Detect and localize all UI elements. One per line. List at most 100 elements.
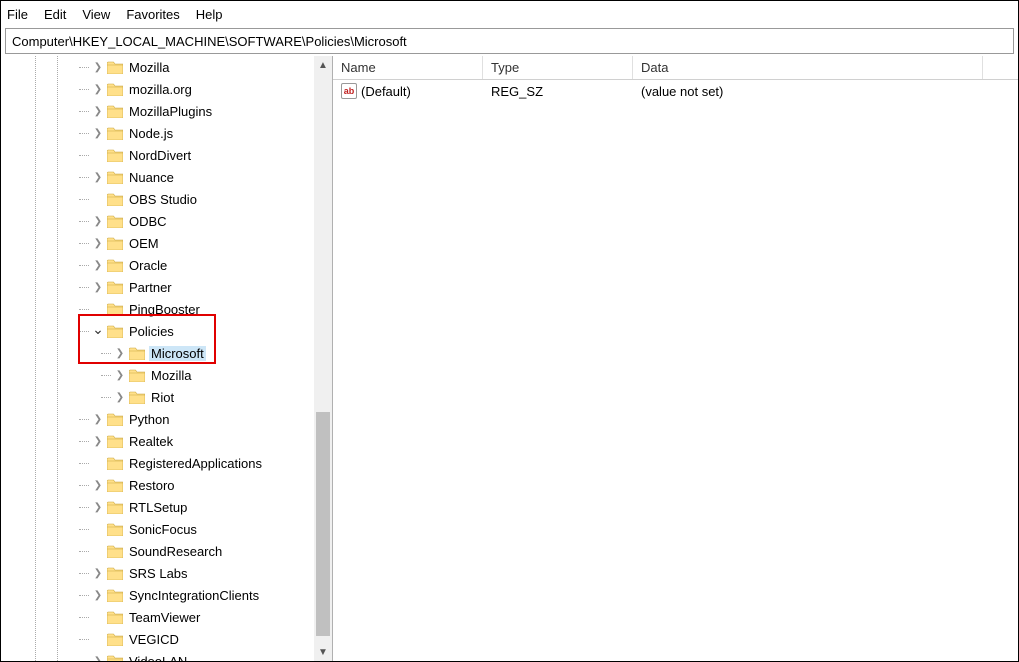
col-header-type[interactable]: Type <box>483 56 633 79</box>
folder-icon <box>107 655 123 662</box>
tree-item[interactable]: ❯ Riot <box>1 386 314 408</box>
chevron-right-icon[interactable]: ❯ <box>91 238 105 249</box>
chevron-right-icon[interactable]: ❯ <box>91 568 105 579</box>
tree-connector <box>79 265 89 266</box>
chevron-right-icon[interactable]: ❯ <box>91 502 105 513</box>
chevron-down-icon[interactable]: ⌄ <box>91 321 105 338</box>
tree-connector <box>79 89 89 90</box>
scroll-up-icon[interactable]: ▲ <box>314 56 332 74</box>
tree-item-label: Node.js <box>127 126 175 141</box>
tree-item[interactable]: ❯RTLSetup <box>1 496 314 518</box>
tree-connector <box>79 221 89 222</box>
tree-item-label: RegisteredApplications <box>127 456 264 471</box>
folder-icon <box>107 281 123 294</box>
tree-item-label: Policies <box>127 324 176 339</box>
folder-icon <box>129 391 145 404</box>
tree-item[interactable]: ❯ Node.js <box>1 122 314 144</box>
tree-item-label: ODBC <box>127 214 169 229</box>
tree-item[interactable]: ❯Partner <box>1 276 314 298</box>
tree-item[interactable]: ❯Mozilla <box>1 364 314 386</box>
menu-file[interactable]: File <box>7 7 28 22</box>
tree-item[interactable]: ❯OEM <box>1 232 314 254</box>
scroll-thumb[interactable] <box>316 412 330 636</box>
tree-item[interactable]: > NordDivert <box>1 144 314 166</box>
folder-icon <box>107 303 123 316</box>
address-bar[interactable]: Computer\HKEY_LOCAL_MACHINE\SOFTWARE\Pol… <box>5 28 1014 54</box>
tree-inner[interactable]: ❯Mozilla❯mozilla.org❯MozillaPlugins❯Node… <box>1 56 314 661</box>
chevron-right-icon[interactable]: ❯ <box>91 282 105 293</box>
tree-item-label: Riot <box>149 390 176 405</box>
scroll-down-icon[interactable]: ▼ <box>314 643 332 661</box>
tree-item[interactable]: ❯SyncIntegrationClients <box>1 584 314 606</box>
tree-item-label: TeamViewer <box>127 610 202 625</box>
list-pane: Name Type Data ab (Default) REG_SZ (valu… <box>333 56 1018 661</box>
chevron-right-icon[interactable]: ❯ <box>91 480 105 491</box>
tree-item[interactable]: ❯ VideoLAN <box>1 650 314 661</box>
tree-item-label: Realtek <box>127 434 175 449</box>
tree-item-label: Restoro <box>127 478 177 493</box>
folder-icon <box>129 369 145 382</box>
tree-item[interactable]: >VEGICD <box>1 628 314 650</box>
tree-item[interactable]: ❯ Realtek <box>1 430 314 452</box>
tree-item[interactable]: >OBS Studio <box>1 188 314 210</box>
cell-name: ab (Default) <box>333 81 483 101</box>
scroll-track[interactable] <box>314 74 332 643</box>
tree-item[interactable]: ❯mozilla.org <box>1 78 314 100</box>
tree-item[interactable]: ❯Microsoft <box>1 342 314 364</box>
chevron-right-icon[interactable]: ❯ <box>91 106 105 117</box>
tree-item-label: SoundResearch <box>127 544 224 559</box>
tree-item[interactable]: ❯Oracle <box>1 254 314 276</box>
tree-scrollbar[interactable]: ▲ ▼ <box>314 56 332 661</box>
menu-edit[interactable]: Edit <box>44 7 66 22</box>
string-value-icon: ab <box>341 83 357 99</box>
tree-item[interactable]: >RegisteredApplications <box>1 452 314 474</box>
menu-help[interactable]: Help <box>196 7 223 22</box>
tree-item[interactable]: ❯MozillaPlugins <box>1 100 314 122</box>
tree-item[interactable]: ❯ Restoro <box>1 474 314 496</box>
tree-item-label: NordDivert <box>127 148 193 163</box>
tree-connector <box>79 287 89 288</box>
chevron-right-icon[interactable]: ❯ <box>91 436 105 447</box>
chevron-right-icon: > <box>91 150 105 161</box>
value-data: (value not set) <box>633 82 983 101</box>
chevron-right-icon: > <box>91 634 105 645</box>
tree-item[interactable]: ❯ ODBC <box>1 210 314 232</box>
chevron-right-icon[interactable]: ❯ <box>91 216 105 227</box>
chevron-right-icon[interactable]: ❯ <box>113 370 127 381</box>
chevron-right-icon[interactable]: ❯ <box>91 128 105 139</box>
tree-item-label: VideoLAN <box>127 654 189 662</box>
tree-item[interactable]: ❯ Nuance <box>1 166 314 188</box>
chevron-right-icon[interactable]: ❯ <box>91 172 105 183</box>
tree-item-label: OBS Studio <box>127 192 199 207</box>
folder-icon <box>107 193 123 206</box>
tree-item[interactable]: ❯Mozilla <box>1 56 314 78</box>
chevron-right-icon[interactable]: ❯ <box>91 590 105 601</box>
list-row[interactable]: ab (Default) REG_SZ (value not set) <box>333 80 1018 102</box>
chevron-right-icon[interactable]: ❯ <box>91 84 105 95</box>
chevron-right-icon[interactable]: ❯ <box>91 414 105 425</box>
tree-item[interactable]: ❯Python <box>1 408 314 430</box>
tree-item[interactable]: >TeamViewer <box>1 606 314 628</box>
tree-item[interactable]: ⌄ Policies <box>1 320 314 342</box>
tree-item[interactable]: > SoundResearch <box>1 540 314 562</box>
menu-favorites[interactable]: Favorites <box>126 7 179 22</box>
chevron-right-icon[interactable]: ❯ <box>113 392 127 403</box>
tree-item[interactable]: >SonicFocus <box>1 518 314 540</box>
chevron-right-icon[interactable]: ❯ <box>91 656 105 662</box>
folder-icon <box>107 501 123 514</box>
tree-connector <box>79 199 89 200</box>
chevron-right-icon[interactable]: ❯ <box>91 260 105 271</box>
tree-connector <box>79 309 89 310</box>
tree-item[interactable]: ❯ SRS Labs <box>1 562 314 584</box>
tree-item-label: Nuance <box>127 170 176 185</box>
tree-item-label: SRS Labs <box>127 566 190 581</box>
chevron-right-icon[interactable]: ❯ <box>113 348 127 359</box>
col-header-data[interactable]: Data <box>633 56 983 79</box>
col-header-name[interactable]: Name <box>333 56 483 79</box>
folder-icon <box>107 589 123 602</box>
tree-connector <box>79 133 89 134</box>
chevron-right-icon[interactable]: ❯ <box>91 62 105 73</box>
chevron-right-icon: > <box>91 546 105 557</box>
tree-item[interactable]: >PingBooster <box>1 298 314 320</box>
menu-view[interactable]: View <box>82 7 110 22</box>
